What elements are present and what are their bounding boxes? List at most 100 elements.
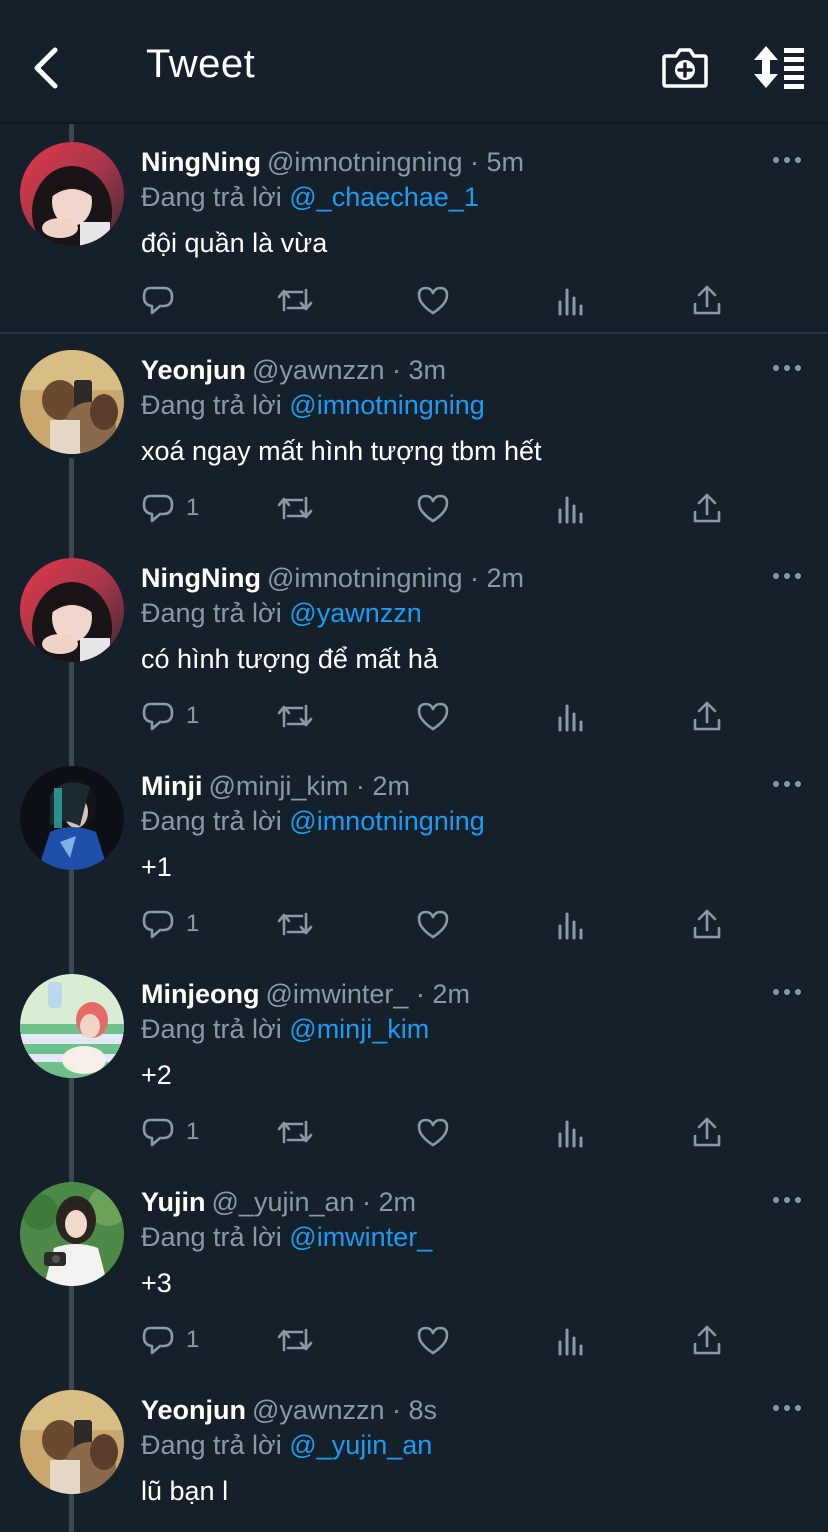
display-name[interactable]: Yeonjun (141, 355, 246, 385)
retweet-icon (277, 912, 313, 936)
like-button[interactable] (416, 1114, 450, 1150)
tweet-timestamp: 3m (408, 355, 446, 385)
more-options-button[interactable] (770, 146, 804, 174)
analytics-button[interactable] (556, 698, 586, 734)
tweet-header: NingNing @imnotningning · 5m (141, 144, 524, 180)
share-button[interactable] (692, 1322, 722, 1358)
share-button[interactable] (692, 1114, 722, 1150)
mention-link[interactable]: @imwinter_ (289, 1222, 432, 1252)
like-button[interactable] (416, 282, 450, 318)
like-icon (417, 702, 449, 731)
user-handle[interactable]: @imnotningning (267, 147, 463, 177)
display-name[interactable]: Yeonjun (141, 1395, 246, 1425)
tweet-actions: 1 (0, 906, 828, 946)
retweet-button[interactable] (276, 1114, 314, 1150)
more-options-button[interactable] (770, 1186, 804, 1214)
like-button[interactable] (416, 906, 450, 942)
reply-button[interactable]: 1 (142, 490, 199, 526)
share-button[interactable] (692, 490, 722, 526)
more-options-button[interactable] (770, 354, 804, 382)
display-name[interactable]: NingNing (141, 147, 261, 177)
avatar[interactable] (20, 766, 124, 870)
analytics-button[interactable] (556, 906, 586, 942)
sort-button[interactable] (752, 42, 808, 92)
user-handle[interactable]: @minji_kim (209, 771, 349, 801)
share-icon (693, 285, 721, 315)
like-button[interactable] (416, 490, 450, 526)
more-options-button[interactable] (770, 562, 804, 590)
replying-to-label: Đang trả lời (141, 390, 282, 420)
mention-link[interactable]: @imnotningning (289, 390, 485, 420)
tweet-item[interactable]: Minji @minji_kim · 2m Đang trả lời @imnotn… (0, 748, 828, 956)
user-handle[interactable]: @imwinter_ (265, 979, 408, 1009)
user-handle[interactable]: @_yujin_an (212, 1187, 355, 1217)
tweet-item[interactable]: Minjeong @imwinter_ · 2m Đang trả lời @min… (0, 956, 828, 1164)
camera-plus-icon (662, 48, 708, 88)
more-options-icon (773, 781, 801, 787)
retweet-button[interactable] (276, 282, 314, 318)
mention-link[interactable]: @yawnzzn (289, 598, 421, 628)
share-button[interactable] (692, 906, 722, 942)
share-button[interactable] (692, 698, 722, 734)
tweet-header: Minjeong @imwinter_ · 2m (141, 976, 470, 1012)
camera-button[interactable] (660, 42, 710, 92)
like-button[interactable] (416, 698, 450, 734)
mention-link[interactable]: @minji_kim (289, 1014, 429, 1044)
reply-button[interactable]: 1 (142, 1322, 199, 1358)
display-name[interactable]: Minjeong (141, 979, 259, 1009)
share-icon (693, 493, 721, 523)
analytics-button[interactable] (556, 490, 586, 526)
back-button[interactable] (22, 40, 70, 96)
tweet-item[interactable]: Yeonjun @yawnzzn · 3m Đang trả lời @imnotn… (0, 332, 828, 540)
avatar[interactable] (20, 1390, 124, 1494)
top-bar: Tweet (0, 0, 828, 124)
analytics-icon (558, 912, 583, 940)
retweet-button[interactable] (276, 698, 314, 734)
analytics-button[interactable] (556, 1322, 586, 1358)
reply-button[interactable]: 1 (142, 906, 199, 942)
more-options-button[interactable] (770, 770, 804, 798)
tweet-text: lũ bạn l (141, 1476, 229, 1506)
tweet-item[interactable]: Yujin @_yujin_an · 2m Đang trả lời @imwint… (0, 1164, 828, 1372)
replying-to-label: Đang trả lời (141, 1430, 282, 1460)
retweet-button[interactable] (276, 1322, 314, 1358)
share-icon (693, 909, 721, 939)
share-button[interactable] (692, 282, 722, 318)
reply-count: 1 (186, 910, 200, 937)
user-handle[interactable]: @imnotningning (267, 563, 463, 593)
reply-button[interactable]: 1 (142, 698, 199, 734)
mention-link[interactable]: @imnotningning (289, 806, 485, 836)
more-options-button[interactable] (770, 978, 804, 1006)
user-handle[interactable]: @yawnzzn (252, 355, 384, 385)
like-button[interactable] (416, 1322, 450, 1358)
tweet-item[interactable]: NingNing @imnotningning · 5m Đang trả lời … (0, 124, 828, 332)
reply-button[interactable] (142, 282, 186, 318)
tweet-item[interactable]: NingNing @imnotningning · 2m Đang trả lời … (0, 540, 828, 748)
display-name[interactable]: Minji (141, 771, 203, 801)
display-name[interactable]: Yujin (141, 1187, 206, 1217)
more-options-button[interactable] (770, 1394, 804, 1422)
avatar[interactable] (20, 350, 124, 454)
user-handle[interactable]: @yawnzzn (252, 1395, 384, 1425)
mention-link[interactable]: @_yujin_an (289, 1430, 432, 1460)
retweet-button[interactable] (276, 490, 314, 526)
tweet-item[interactable]: Yeonjun @yawnzzn · 8s Đang trả lời @_yujin… (0, 1372, 828, 1532)
retweet-icon (277, 496, 313, 520)
reply-icon (142, 286, 174, 315)
separator-dot: · (348, 771, 373, 801)
tweet-text: +3 (141, 1268, 172, 1298)
retweet-button[interactable] (276, 906, 314, 942)
avatar[interactable] (20, 142, 124, 246)
analytics-button[interactable] (556, 1114, 586, 1150)
reply-button[interactable]: 1 (142, 1114, 199, 1150)
analytics-button[interactable] (556, 282, 586, 318)
avatar[interactable] (20, 974, 124, 1078)
separator-dot: · (462, 147, 487, 177)
reply-count: 1 (186, 702, 200, 729)
display-name[interactable]: NingNing (141, 563, 261, 593)
mention-link[interactable]: @_chaechae_1 (289, 182, 479, 212)
avatar[interactable] (20, 1182, 124, 1286)
sort-list-icon (754, 46, 804, 89)
avatar[interactable] (20, 558, 124, 662)
reply-count: 1 (186, 1118, 200, 1145)
